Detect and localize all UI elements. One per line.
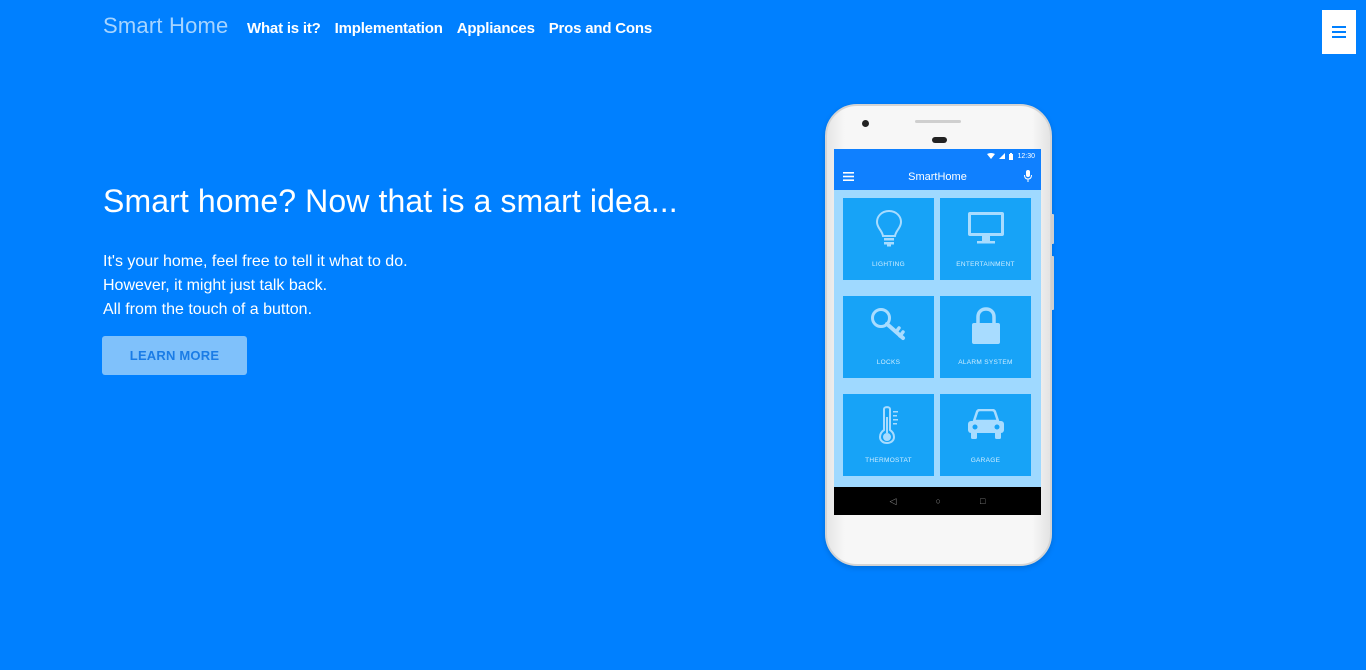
android-nav-bar: ◁ ○ □ — [834, 487, 1041, 515]
tile-alarm-system[interactable]: ALARM SYSTEM — [940, 296, 1031, 378]
brand-logo[interactable]: Smart Home — [103, 13, 228, 39]
menu-toggle-button[interactable] — [1322, 10, 1356, 54]
hero-line: All from the touch of a button. — [103, 301, 313, 318]
recents-icon[interactable]: □ — [980, 496, 985, 506]
tile-garage[interactable]: GARAGE — [940, 394, 1031, 476]
thermometer-icon — [878, 406, 898, 445]
navbar: Smart Home What is it? Implementation Ap… — [0, 0, 1366, 60]
tile-label: LIGHTING — [871, 261, 906, 268]
tile-lighting[interactable]: LIGHTING — [843, 198, 934, 280]
back-icon[interactable]: ◁ — [890, 496, 897, 507]
tile-thermostat[interactable]: THERMOSTAT — [843, 394, 934, 476]
phone-camera — [862, 120, 869, 127]
phone-screen: 12:30 SmartHome LIGHTING ENTERTAINMENT L… — [834, 149, 1041, 515]
lightbulb-icon — [875, 209, 902, 247]
app-menu-icon[interactable] — [843, 172, 854, 181]
phone-side-button — [1051, 256, 1054, 310]
tile-label: ENTERTAINMENT — [956, 261, 1015, 268]
phone-mockup: 12:30 SmartHome LIGHTING ENTERTAINMENT L… — [825, 104, 1054, 566]
tile-label: LOCKS — [876, 359, 901, 366]
hero-text: It's your home, feel free to tell it wha… — [103, 250, 408, 322]
wifi-icon — [987, 153, 996, 159]
app-tiles-grid: LIGHTING ENTERTAINMENT LOCKS ALARM SYSTE… — [843, 198, 1032, 476]
key-icon — [870, 308, 905, 340]
hero-line: It's your home, feel free to tell it wha… — [103, 253, 408, 270]
phone-earpiece-grill — [915, 120, 961, 123]
tile-entertainment[interactable]: ENTERTAINMENT — [940, 198, 1031, 280]
phone-side-button — [1051, 214, 1054, 244]
nav-link-pros-and-cons[interactable]: Pros and Cons — [549, 20, 652, 37]
tile-label: THERMOSTAT — [865, 457, 912, 464]
phone-speaker — [932, 137, 947, 143]
microphone-icon[interactable] — [1024, 170, 1032, 182]
tile-label: GARAGE — [970, 457, 1001, 464]
app-title: SmartHome — [908, 170, 967, 183]
status-time: 12:30 — [1017, 152, 1035, 160]
hero-title: Smart home? Now that is a smart idea... — [103, 183, 678, 219]
nav-links: What is it? Implementation Appliances Pr… — [247, 20, 652, 37]
monitor-icon — [967, 212, 1004, 244]
hamburger-icon — [1332, 26, 1346, 38]
nav-link-what-is-it[interactable]: What is it? — [247, 20, 321, 37]
nav-link-appliances[interactable]: Appliances — [457, 20, 535, 37]
nav-link-implementation[interactable]: Implementation — [335, 20, 443, 37]
car-icon — [967, 409, 1004, 439]
hero-line: However, it might just talk back. — [103, 277, 328, 294]
signal-icon — [999, 153, 1006, 159]
battery-icon — [1009, 152, 1014, 160]
learn-more-button[interactable]: LEARN MORE — [102, 336, 247, 375]
home-icon[interactable]: ○ — [936, 496, 941, 506]
app-bar: SmartHome — [834, 163, 1041, 190]
tile-locks[interactable]: LOCKS — [843, 296, 934, 378]
status-bar: 12:30 — [834, 149, 1041, 163]
tile-label: ALARM SYSTEM — [958, 359, 1013, 366]
padlock-icon — [971, 307, 1000, 344]
